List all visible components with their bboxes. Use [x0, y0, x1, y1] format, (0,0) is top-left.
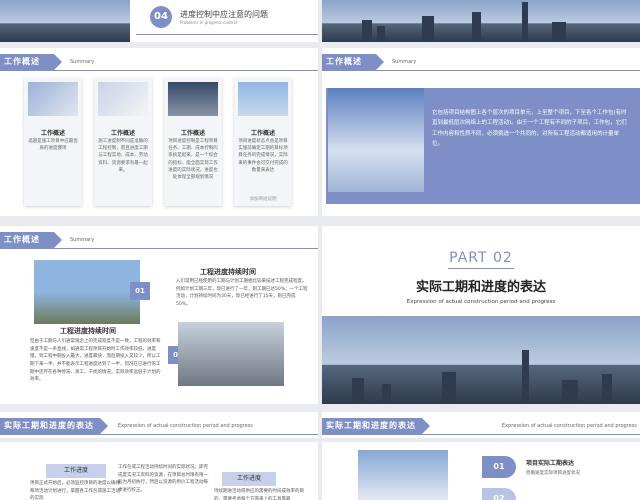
block-title: 工程进度持续时间	[200, 268, 256, 276]
section-tag: 实际工期和进度的表达	[0, 418, 108, 434]
part-subtitle: Expression of actual construction period…	[406, 299, 556, 305]
list-badge-01: 01	[482, 456, 516, 478]
section-tag: 实际工期和进度的表达	[322, 418, 430, 434]
slide-1[interactable]: 04 进度控制中应注意的问题 Problems in progress cont…	[0, 0, 318, 42]
slide-actual-list[interactable]: 实际工期和进度的表达 Expression of actual construc…	[322, 412, 640, 500]
section-tag: 工作概述	[322, 54, 384, 70]
crane-photo	[358, 450, 448, 500]
block-text-2: 但由于工期与人们通常观念上的完成程度不是一致，工程的效率和速度不是一条直线，如通…	[30, 339, 161, 383]
section-tag-sub: Summary	[392, 59, 417, 65]
list-badge-02: 02	[482, 488, 516, 500]
slide-actual-period[interactable]: 实际工期和进度的表达 Expression of actual construc…	[0, 412, 318, 500]
part-title: 实际工期和进度的表达	[415, 280, 546, 295]
crane-photo	[28, 82, 78, 116]
section-tag-sub: Expression of actual construction period…	[502, 423, 637, 429]
summary-paragraph: 它包括项目结构图上各个层次的项目单元，上至整个项目，下至各个工作包(有时直到最低…	[432, 110, 627, 148]
blueprint-photo	[98, 82, 148, 116]
slide-title: 进度控制中应注意的问题	[180, 10, 268, 19]
section-number: 04	[150, 6, 172, 28]
city-photo	[0, 0, 130, 42]
part-label: PART 02	[449, 250, 513, 266]
section-tag-sub: Expression of actual construction period…	[118, 423, 253, 429]
badge-01: 01	[130, 282, 150, 300]
crane-photo	[328, 88, 424, 192]
slide-summary-cards[interactable]: 工作概述 Summary 工作概述 选题是施工项目中应最优质的进度爆项 工作概述…	[0, 48, 318, 216]
building-photo	[238, 82, 288, 116]
block-title-2: 工程进度持续时间	[60, 327, 116, 335]
highway-photo	[178, 322, 284, 386]
list-desc-01: 而确速度实际项目进度状况	[526, 471, 580, 476]
site-photo	[168, 82, 218, 116]
slide-city[interactable]	[322, 0, 640, 42]
section-tag: 工作概述	[0, 54, 62, 70]
list-title-01: 项目实际工期表达	[526, 460, 575, 467]
section-tag: 工作概述	[0, 232, 62, 248]
summary-card[interactable]: 工作概述 项目进度控制是工程项目任务、工期、成本控制的系统是起来，是一个综合的指…	[164, 78, 222, 206]
section-tag-sub: Summary	[70, 237, 95, 243]
progress-box-3[interactable]: 工作进度	[222, 472, 276, 486]
slide-summary-text[interactable]: 工作概述 Summary 它包括项目结构图上各个层次的项目单元，上至整个项目，下…	[322, 48, 640, 216]
city-photo	[322, 316, 640, 404]
city-photo	[322, 0, 640, 42]
summary-card[interactable]: 工作概述 项目进度状态点会是项目实施前确定工期的目标项目任务的完成情况，实际来的…	[234, 78, 292, 206]
slide-part-02[interactable]: PART 02 实际工期和进度的表达 Expression of actual …	[322, 226, 640, 404]
slide-duration[interactable]: 工作概述 Summary 01 工程进度持续时间 入们常用已经使用的工期与计划工…	[0, 226, 318, 404]
substation-photo	[34, 260, 140, 324]
section-tag-sub: Summary	[70, 59, 95, 65]
summary-card[interactable]: 工作概述 施工进度制不同是准确的工程控制，而且进度工期与工程实地、成本、劳动资料…	[94, 78, 152, 206]
slide-subtitle: Problems in progress control	[180, 20, 238, 25]
block-text: 入们常用已经使用的工期与计划工期相比较来描述工程完成程度。例如计划工期三年，现已…	[176, 279, 308, 307]
summary-card[interactable]: 工作概述 选题是施工项目中应最优质的进度爆项	[24, 78, 82, 206]
progress-box-1[interactable]: 工作进度	[46, 464, 106, 478]
